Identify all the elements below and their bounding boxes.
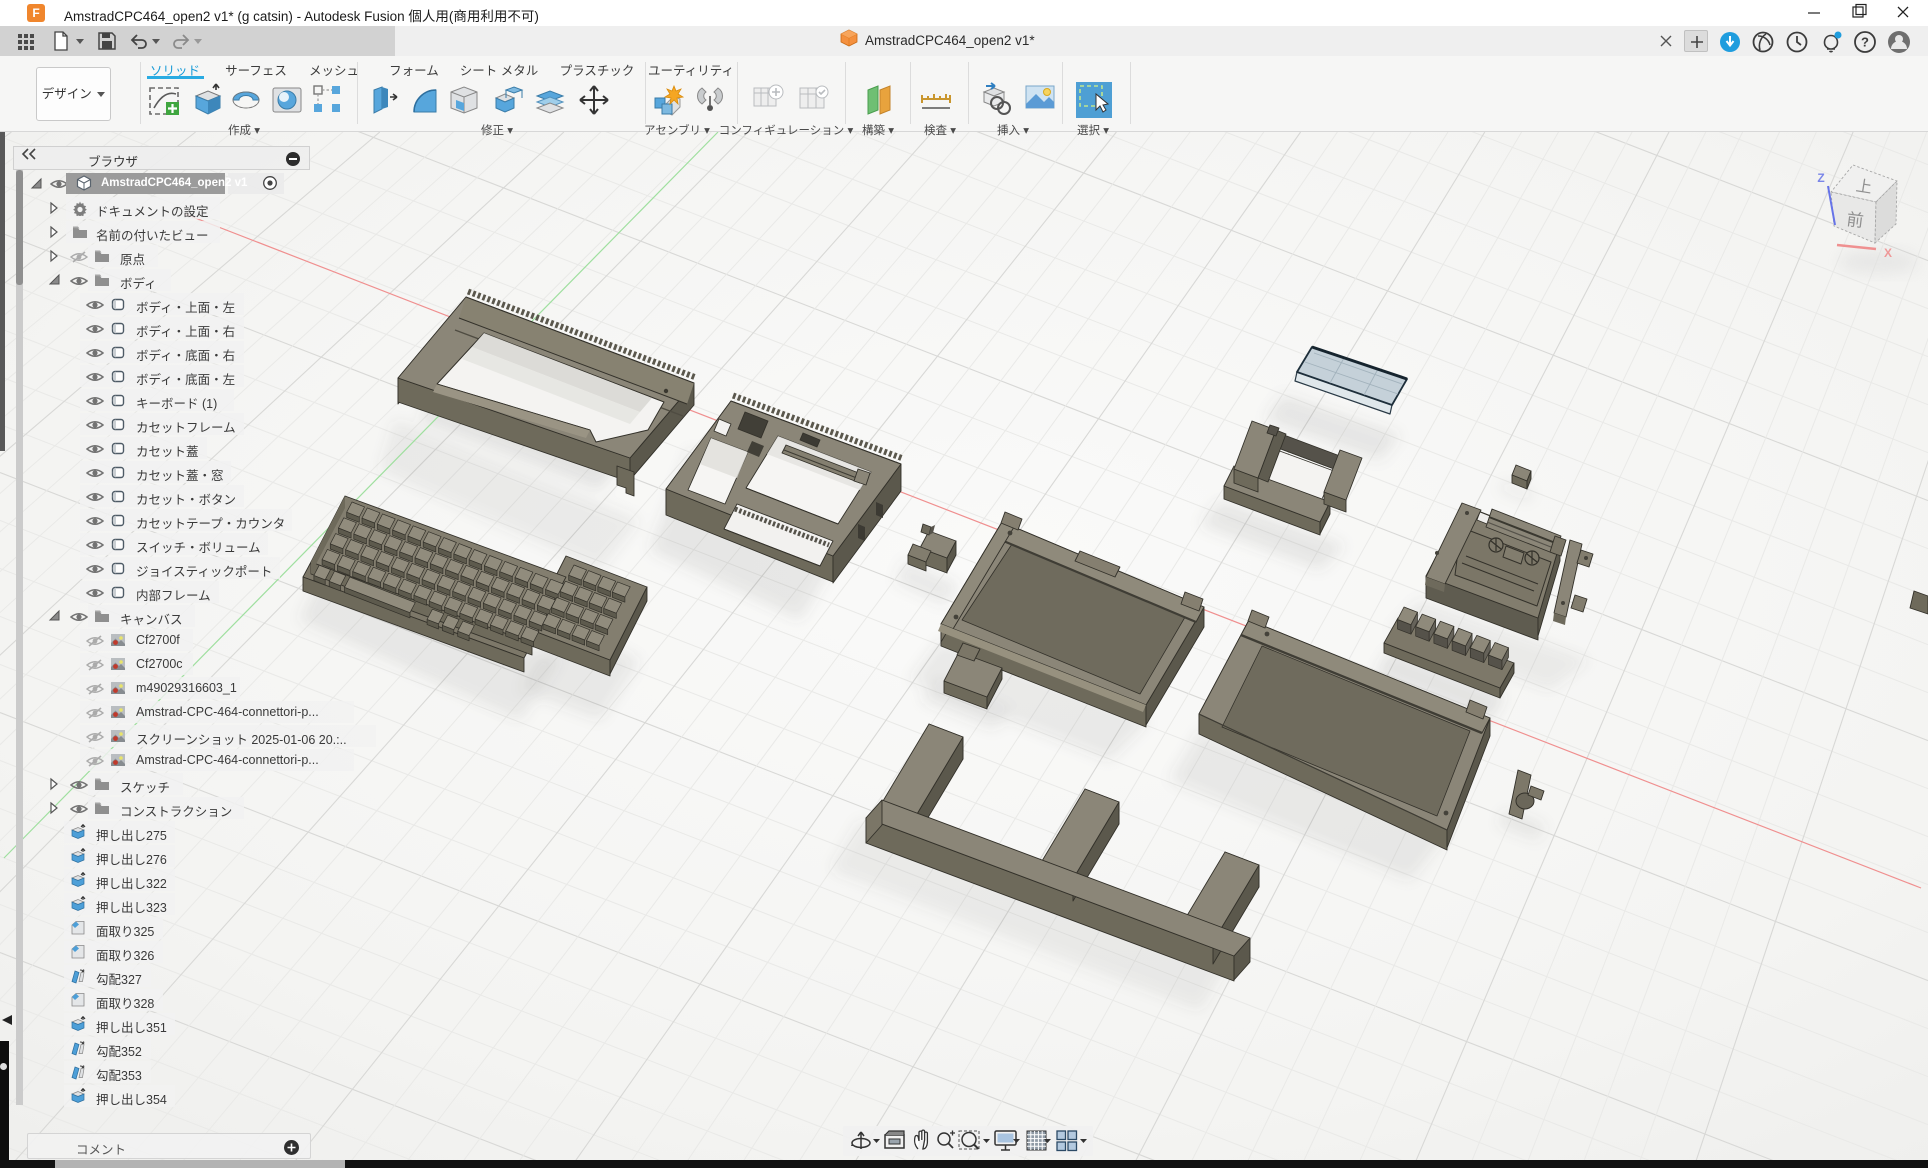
- svg-text:Z: Z: [1817, 171, 1824, 185]
- svg-text:上: 上: [1855, 177, 1874, 197]
- svg-text:前: 前: [1845, 210, 1864, 231]
- svg-text:?: ?: [1861, 35, 1869, 50]
- svg-text:X: X: [1884, 246, 1892, 260]
